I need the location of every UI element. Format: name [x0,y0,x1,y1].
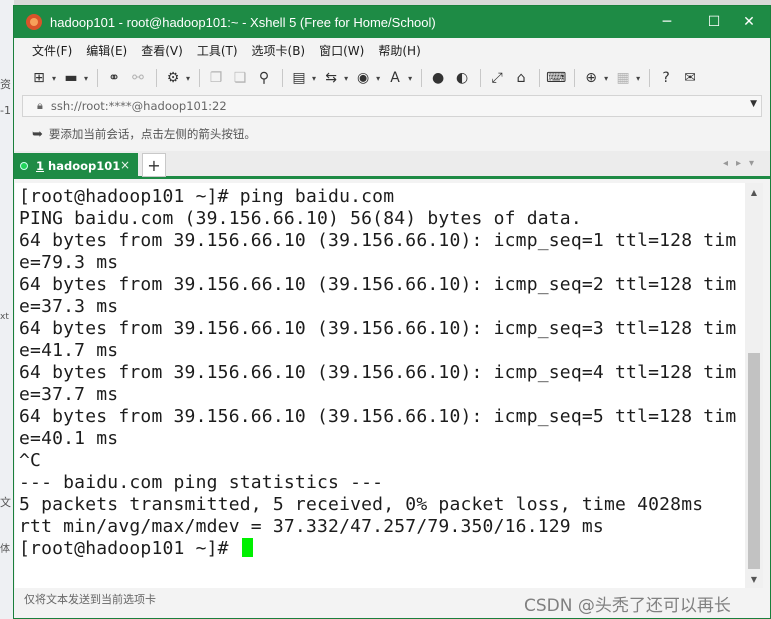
chevron-down-icon[interactable]: ▼ [750,99,757,109]
terminal-line: e=40.1 ms [19,428,119,449]
toolbar-divider [282,69,284,87]
compose-placeholder: 仅将文本发送到当前选项卡 [24,593,156,606]
chevron-down-icon[interactable]: ▾ [604,74,608,83]
font-icon[interactable]: A [384,67,406,89]
tab-strip: 1 hadoop101 × + ◂▸▾ [14,151,770,179]
arrow-add-session-icon[interactable]: ➥ [32,127,43,142]
chevron-down-icon[interactable]: ▾ [312,74,316,83]
terminal-line: e=41.7 ms [19,340,119,361]
hint-text: 要添加当前会话，点击左侧的箭头按钮。 [48,127,256,141]
paste-icon[interactable]: ❏ [229,67,251,89]
close-button[interactable]: ✕ [726,6,771,38]
terminal-line: 64 bytes from 39.156.66.10 (39.156.66.10… [19,230,737,251]
tab-label: hadoop101 [48,159,121,173]
toolbar: ⊞ ▾ ▬ ▾ ⚭ ⚯ ⚙ ▾ ❐ ❏ ⚲ ▤ ▾ ⇆ ▾ ◉ ▾ A ▾ ● ◐ ⤢ ⌂ ⌨… [14,63,770,93]
scroll-up-icon[interactable]: ▲ [745,183,763,201]
chevron-down-icon[interactable]: ▾ [636,74,640,83]
toolbar-divider [649,69,651,87]
minimize-button[interactable]: ─ [644,6,690,38]
toolbar-divider [156,69,158,87]
xshell-app-icon[interactable] [26,14,42,30]
terminal-cursor [241,538,253,557]
add-pane-icon[interactable]: ⊕ [580,67,602,89]
chevron-down-icon[interactable]: ▾ [376,74,380,83]
reconnect-icon[interactable]: ⚭ [103,67,125,89]
menu-bar: 文件(F) 编辑(E) 查看(V) 工具(T) 选项卡(B) 窗口(W) 帮助(… [14,38,770,62]
terminal-line: ^C [19,450,42,471]
address-text[interactable]: ssh://root:****@hadoop101:22 [51,99,227,113]
terminal-line: 64 bytes from 39.156.66.10 (39.156.66.10… [19,318,737,339]
connected-status-icon [20,162,28,170]
xftp-icon[interactable]: ● [427,67,449,89]
open-folder-icon[interactable]: ▬ [60,67,82,89]
toolbar-divider [199,69,201,87]
title-bar[interactable]: hadoop101 - root@hadoop101:~ - Xshell 5 … [14,6,770,38]
new-tab-button[interactable]: + [142,153,166,177]
transfer-icon[interactable]: ⇆ [320,67,342,89]
terminal-line: [root@hadoop101 ~]# ping baidu.com [19,186,395,207]
chevron-down-icon[interactable]: ▾ [186,74,190,83]
address-bar[interactable]: 🔒︎ ssh://root:****@hadoop101:22 ▼ [22,95,762,117]
help-icon[interactable]: ? [655,67,677,89]
tab-close-icon[interactable]: × [120,158,130,172]
layout-icon[interactable]: ▦ [612,67,634,89]
find-icon[interactable]: ⚲ [253,67,275,89]
toolbar-divider [421,69,423,87]
terminal-line: 64 bytes from 39.156.66.10 (39.156.66.10… [19,274,737,295]
menu-tabs[interactable]: 选项卡(B) [252,42,306,59]
terminal-line: e=37.7 ms [19,384,119,405]
properties-icon[interactable]: ⚙ [162,67,184,89]
session-hint-bar: ➥ 要添加当前会话，点击左侧的箭头按钮。 [22,122,762,146]
terminal-line: 64 bytes from 39.156.66.10 (39.156.66.10… [19,406,737,427]
tab-number: 1 [36,159,45,173]
toolbar-divider [97,69,99,87]
desktop-background: 资 -1 xt 文 体 [0,0,14,619]
copy-icon[interactable]: ❐ [205,67,227,89]
menu-edit[interactable]: 编辑(E) [86,42,127,59]
menu-view[interactable]: 查看(V) [141,42,183,59]
chevron-down-icon[interactable]: ▾ [52,74,56,83]
terminal-prompt: [root@hadoop101 ~]# [19,538,240,559]
disconnect-icon[interactable]: ⚯ [127,67,149,89]
vertical-scrollbar[interactable]: ▲ ▼ [745,183,763,588]
tab-hadoop101[interactable]: 1 hadoop101 × [14,153,138,179]
terminal-line: --- baidu.com ping statistics --- [19,472,384,493]
chevron-down-icon[interactable]: ▾ [84,74,88,83]
globe-icon[interactable]: ◉ [352,67,374,89]
terminal-prompt-line[interactable]: [root@hadoop101 ~]# [19,538,746,560]
xmanager-icon[interactable]: ◐ [451,67,473,89]
terminal-line: e=79.3 ms [19,252,119,273]
scroll-down-icon[interactable]: ▼ [745,570,763,588]
xshell-window: hadoop101 - root@hadoop101:~ - Xshell 5 … [13,5,771,619]
fullscreen-icon[interactable]: ⤢ [486,67,508,89]
terminal-line: PING baidu.com (39.156.66.10) 56(84) byt… [19,208,582,229]
terminal-output[interactable]: [root@hadoop101 ~]# ping baidu.com PING … [15,183,746,588]
terminal-line: e=37.3 ms [19,296,119,317]
chevron-down-icon[interactable]: ▾ [408,74,412,83]
lock-icon[interactable]: ⌂ [510,67,532,89]
tab-scroll-arrows-icon[interactable]: ◂▸▾ [723,158,762,169]
terminal-line: rtt min/avg/max/mdev = 37.332/47.257/79.… [19,516,604,537]
keyboard-icon[interactable]: ⌨ [545,67,567,89]
menu-file[interactable]: 文件(F) [32,42,72,59]
terminal-line: 64 bytes from 39.156.66.10 (39.156.66.10… [19,362,737,383]
csdn-watermark: CSDN @头秃了还可以再长 [524,596,731,616]
scrollbar-thumb[interactable] [748,353,760,569]
toolbar-divider [574,69,576,87]
menu-help[interactable]: 帮助(H) [378,42,420,59]
toolbar-divider [539,69,541,87]
lock-icon: 🔒︎ [37,99,43,112]
window-title: hadoop101 - root@hadoop101:~ - Xshell 5 … [50,14,436,30]
terminal-line: 5 packets transmitted, 5 received, 0% pa… [19,494,704,515]
chevron-down-icon[interactable]: ▾ [344,74,348,83]
toolbar-divider [480,69,482,87]
chat-icon[interactable]: ✉ [679,67,701,89]
menu-window[interactable]: 窗口(W) [319,42,364,59]
new-session-icon[interactable]: ⊞ [28,67,50,89]
menu-tools[interactable]: 工具(T) [197,42,238,59]
print-icon[interactable]: ▤ [288,67,310,89]
